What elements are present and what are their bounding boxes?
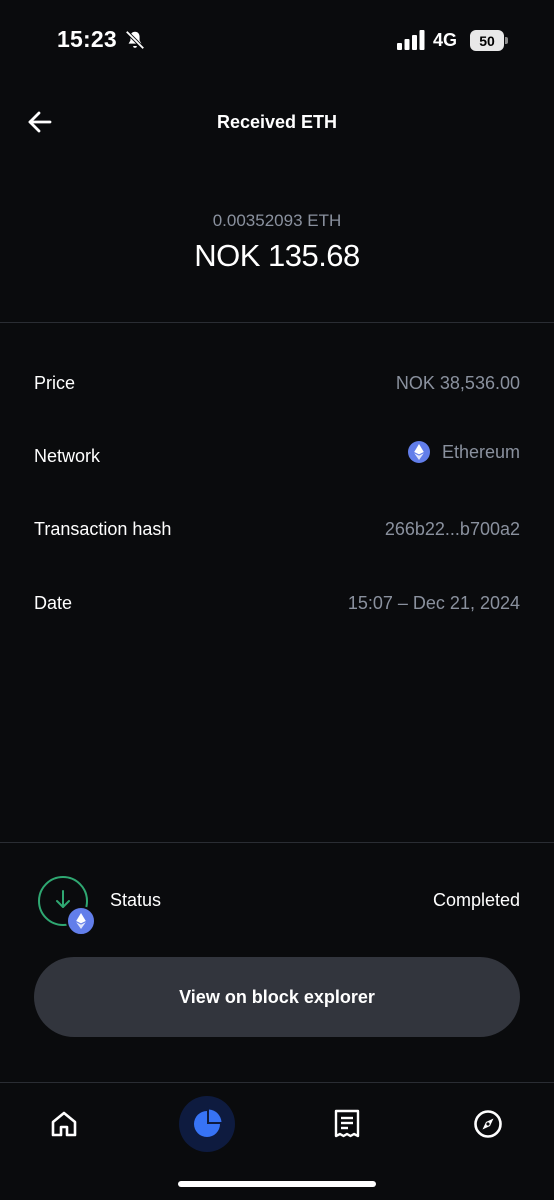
nav-explore[interactable]	[458, 1094, 518, 1154]
compass-icon	[474, 1110, 502, 1138]
divider	[0, 842, 554, 843]
bell-muted-icon	[125, 30, 145, 50]
date-value: 15:07 – Dec 21, 2024	[347, 593, 520, 613]
arrow-left-icon[interactable]	[26, 108, 54, 136]
receipt-icon	[334, 1109, 360, 1138]
network-name: Ethereum	[441, 441, 520, 462]
divider	[0, 1082, 554, 1083]
home-icon	[51, 1111, 77, 1137]
home-indicator	[178, 1181, 376, 1187]
page-title: Received ETH	[216, 112, 338, 132]
ethereum-icon	[407, 441, 430, 463]
ethereum-icon	[66, 906, 96, 936]
status-icon	[38, 876, 96, 936]
network-value: Ethereum	[407, 441, 520, 463]
fiat-amount: NOK 135.68	[194, 238, 360, 273]
status-value: Completed	[432, 890, 520, 910]
date-label: Date	[34, 593, 73, 613]
status-label: Status	[110, 890, 162, 910]
signal-icon	[397, 30, 425, 50]
arrow-down-icon	[56, 890, 70, 908]
nav-home[interactable]	[34, 1094, 94, 1154]
pie-chart-icon	[194, 1109, 222, 1137]
price-value: NOK 38,536.00	[395, 373, 520, 393]
price-label: Price	[34, 373, 76, 393]
network-type: 4G	[433, 30, 458, 50]
network-label: Network	[34, 446, 101, 466]
battery-icon: 50	[470, 30, 508, 51]
crypto-amount: 0.00352093 ETH	[212, 211, 342, 230]
view-block-explorer-button[interactable]: View on block explorer	[34, 957, 520, 1037]
divider	[0, 322, 554, 323]
hash-label: Transaction hash	[34, 519, 172, 539]
nav-activity[interactable]	[317, 1094, 377, 1154]
battery-level: 50	[470, 30, 504, 51]
status-bar-time: 15:23	[57, 26, 117, 52]
hash-value[interactable]: 266b22...b700a2	[385, 519, 520, 540]
nav-portfolio[interactable]	[177, 1094, 237, 1154]
